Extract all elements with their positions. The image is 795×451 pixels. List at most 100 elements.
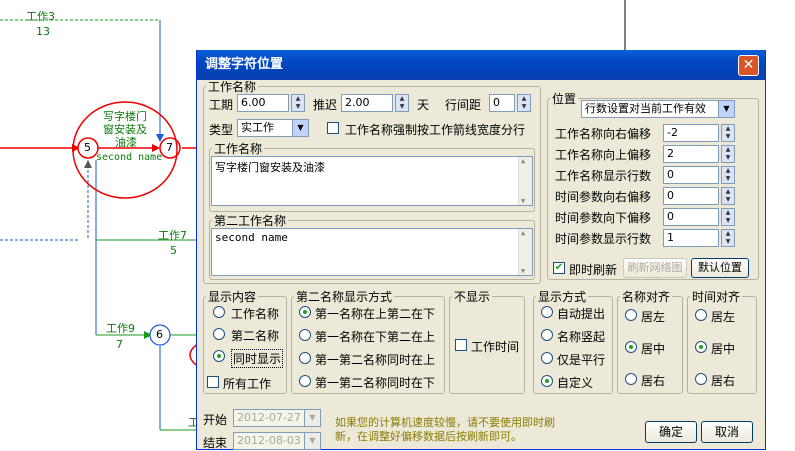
second-mode-label-4: 第一第二名称同时在下 [315,376,436,390]
position-scope-select[interactable]: 行数设置对当前工作有效 ▼ [581,100,735,118]
delay-label: 推迟 [313,98,338,112]
offset-label: 工作名称向右偏移 [555,127,652,141]
second-mode-label-3: 第一第二名称同时在上 [315,353,436,367]
offset-input[interactable]: 2 [663,145,719,163]
offset-input[interactable]: -2 [663,124,719,142]
second-mode-title: 第二名称显示方式 [296,290,393,304]
offset-input[interactable]: 0 [663,166,719,184]
time-align-right-label: 居右 [711,374,736,388]
name-align-center-radio[interactable] [625,341,637,353]
force-width-checkbox[interactable] [327,122,339,134]
default-position-button[interactable]: 默认位置 [691,258,749,278]
line-spacing-spinner[interactable]: ▲ ▼ [517,94,531,112]
second-mode-radio-2[interactable] [299,329,311,341]
offset-spinner[interactable]: ▲ ▼ [721,187,735,205]
chevron-down-icon: ▼ [304,433,320,449]
offset-spinner[interactable]: ▲ ▼ [721,145,735,163]
work-name-text: 写字楼门窗安装及油漆 [215,161,325,174]
display-content-title: 显示内容 [208,290,257,304]
day-unit: 天 [417,98,430,112]
cancel-button[interactable]: 取消 [701,421,753,443]
instant-refresh-checkbox[interactable]: ✔ [553,262,565,274]
second-mode-label-2: 第一名称在下第二在上 [315,330,436,344]
show-mode-title: 显示方式 [538,290,587,304]
dialog-titlebar[interactable]: 调整字符位置 ✕ [197,50,765,80]
close-icon[interactable]: ✕ [738,55,759,76]
offset-input[interactable]: 1 [663,229,719,247]
all-works-checkbox[interactable] [207,376,219,388]
textarea-scrollbar[interactable] [518,157,532,205]
line-spacing-input[interactable]: 0 [489,94,515,112]
offset-spinner[interactable]: ▲ ▼ [721,166,735,184]
second-name-group-title: 第二工作名称 [214,214,287,228]
line-spacing-label: 行间距 [445,98,482,112]
display-both-radio[interactable] [213,350,225,362]
type-select[interactable]: 实工作 ▼ [237,119,309,137]
time-align-center-radio[interactable] [695,341,707,353]
node-name-line3: 油漆 [115,136,137,149]
activity-label-work9: 工作9 [106,322,135,335]
show-mode-radio-3[interactable] [541,352,553,364]
position-scope-value: 行数设置对当前工作有效 [585,102,706,115]
second-name-textarea[interactable]: second name [211,228,533,276]
offset-spinner[interactable]: ▲ ▼ [721,208,735,226]
position-group-title: 位置 [552,92,577,106]
activity-label-work7: 工作7 [158,229,187,242]
node-6[interactable]: 6 [156,328,163,341]
delay-input[interactable]: 2.00 [341,94,393,112]
display-second-radio[interactable] [213,328,225,340]
display-name-radio[interactable] [213,306,225,318]
ok-button[interactable]: 确定 [645,421,697,443]
second-mode-radio-1[interactable] [299,306,311,318]
chevron-down-icon: ▼ [304,410,320,426]
no-show-title: 不显示 [454,290,491,304]
time-align-title: 时间对齐 [692,290,741,304]
refresh-network-button[interactable]: 刷新网络图 [623,258,687,278]
offset-input[interactable]: 0 [663,187,719,205]
duration-spinner[interactable]: ▲ ▼ [291,94,305,112]
name-text-group-title: 工作名称 [214,142,263,156]
name-align-right-radio[interactable] [625,373,637,385]
second-mode-radio-4[interactable] [299,375,311,387]
start-date-picker[interactable]: 2012-07-27 ▼ [233,409,321,427]
show-mode-radio-2[interactable] [541,329,553,341]
show-mode-label-3: 仅是平行 [557,353,606,367]
work-name-group-title: 工作名称 [208,80,257,94]
display-second-label: 第二名称 [231,329,280,343]
end-date-label: 结束 [203,436,228,450]
position-group: 位置 [547,90,759,280]
start-date-value: 2012-07-27 [237,411,301,424]
second-mode-radio-3[interactable] [299,352,311,364]
show-mode-radio-4[interactable] [541,375,553,387]
name-align-left-radio[interactable] [625,309,637,321]
duration-label: 工期 [209,98,234,112]
name-align-title: 名称对齐 [622,290,671,304]
hide-work-time-checkbox[interactable] [455,339,467,351]
offset-input[interactable]: 0 [663,208,719,226]
offset-label: 工作名称显示行数 [555,169,652,183]
offset-spinner[interactable]: ▲ ▼ [721,124,735,142]
display-both-label: 同时显示 [231,349,284,368]
instant-refresh-label: 即时刷新 [569,263,618,277]
duration-input[interactable]: 6.00 [237,94,289,112]
type-label: 类型 [209,123,234,137]
show-mode-label-2: 名称竖起 [557,330,606,344]
end-date-picker[interactable]: 2012-08-03 ▼ [233,432,321,450]
end-date-value: 2012-08-03 [237,434,301,447]
node-second-name: second name [96,152,163,163]
time-align-right-radio[interactable] [695,373,707,385]
show-mode-radio-1[interactable] [541,306,553,318]
time-align-left-radio[interactable] [695,309,707,321]
name-align-center-label: 居中 [641,342,666,356]
node-7[interactable]: 7 [166,141,173,154]
node-5[interactable]: 5 [84,141,91,154]
activity-duration-work9: 7 [116,338,123,351]
start-date-label: 开始 [203,413,228,427]
delay-spinner[interactable]: ▲ ▼ [395,94,409,112]
offset-spinner[interactable]: ▲ ▼ [721,229,735,247]
name-align-right-label: 居右 [641,374,666,388]
work-name-textarea[interactable]: 写字楼门窗安装及油漆 [211,156,533,206]
textarea-scrollbar-2[interactable] [518,229,532,275]
display-name-label: 工作名称 [231,307,280,321]
adjust-text-position-dialog: 调整字符位置 ✕ 工作名称 工期 6.00 ▲ ▼ 推迟 2.00 ▲ ▼ 天 行间… [196,50,766,450]
